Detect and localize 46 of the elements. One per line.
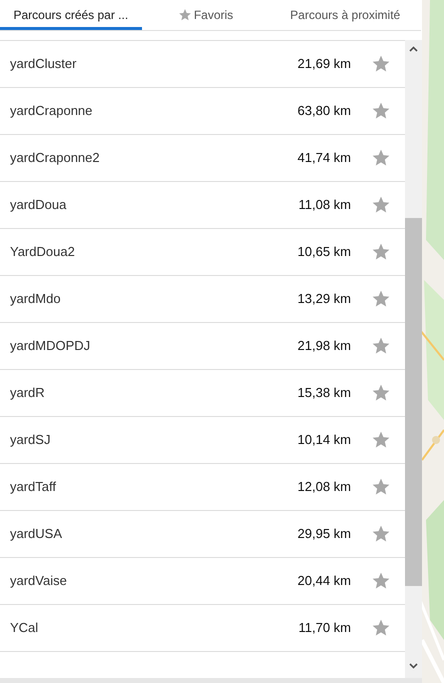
route-name[interactable]: yardR	[10, 383, 298, 403]
scroll-up-icon[interactable]	[409, 46, 418, 52]
route-name[interactable]: yardMDOPDJ	[10, 336, 298, 356]
scrollbar[interactable]	[405, 40, 422, 678]
route-name[interactable]: yardUSA	[10, 524, 298, 544]
favorite-star-button[interactable]	[371, 101, 391, 121]
favorite-star-button[interactable]	[371, 148, 391, 168]
scrollbar-thumb[interactable]	[405, 218, 422, 586]
favorite-star-button[interactable]	[371, 477, 391, 497]
route-distance: 12,08 km	[298, 478, 351, 496]
favorite-star-button[interactable]	[371, 195, 391, 215]
route-name[interactable]: YardDoua2	[10, 242, 298, 262]
favorite-star-button[interactable]	[371, 383, 391, 403]
scroll-down-icon[interactable]	[409, 663, 418, 669]
tab[interactable]: Favoris	[142, 0, 270, 30]
favorite-star-button[interactable]	[371, 571, 391, 591]
route-distance: 21,98 km	[298, 337, 351, 356]
route-distance: 10,65 km	[298, 243, 351, 262]
route-distance: 15,38 km	[298, 384, 351, 402]
route-distance: 63,80 km	[298, 102, 351, 120]
route-name[interactable]: yardCluster	[10, 54, 298, 74]
favorite-star-button[interactable]	[371, 618, 391, 638]
favorite-star-button[interactable]	[371, 289, 391, 309]
favorite-star-button[interactable]	[371, 524, 391, 544]
route-distance: 21,69 km	[298, 55, 351, 74]
route-distance: 13,29 km	[298, 290, 351, 308]
route-distance: 41,74 km	[298, 149, 351, 168]
route-name[interactable]: yardMdo	[10, 289, 298, 309]
route-name[interactable]: yardTaff	[10, 477, 298, 497]
route-distance: 11,08 km	[298, 196, 351, 214]
tab[interactable]: Parcours créés par ...	[0, 0, 142, 30]
favorite-star-button[interactable]	[371, 242, 391, 262]
route-name[interactable]: yardCraponne	[10, 101, 298, 121]
route-name[interactable]: yardCraponne2	[10, 148, 298, 168]
route-distance: 11,70 km	[298, 619, 351, 638]
route-name[interactable]: yardVaise	[10, 571, 298, 591]
tab[interactable]: Parcours à proximité	[269, 0, 421, 30]
route-name[interactable]: yardDoua	[10, 195, 298, 215]
route-name[interactable]: YCal	[10, 618, 298, 638]
favorite-star-button[interactable]	[371, 430, 391, 450]
route-distance: 29,95 km	[298, 525, 351, 544]
route-distance: 20,44 km	[298, 572, 351, 590]
favorite-star-button[interactable]	[371, 54, 391, 74]
favorite-star-button[interactable]	[371, 336, 391, 356]
route-distance: 10,14 km	[298, 431, 351, 450]
route-name[interactable]: yardSJ	[10, 430, 298, 450]
